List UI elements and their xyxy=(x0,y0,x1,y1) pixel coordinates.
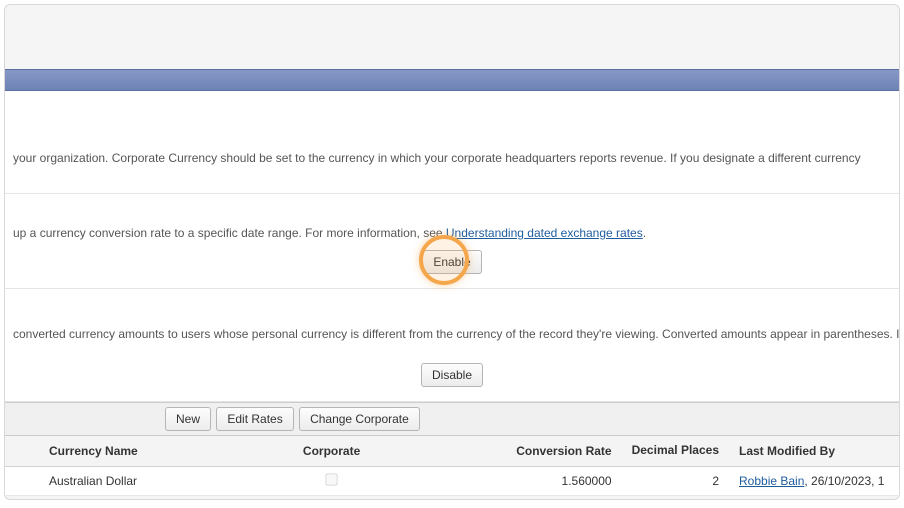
currencies-table: Currency Name Corporate Conversion Rate … xyxy=(5,436,899,496)
col-conversion-rate-header[interactable]: Conversion Rate xyxy=(422,436,622,467)
conversion-rate-cell: 1.560000 xyxy=(422,467,622,496)
header-grey-area xyxy=(5,5,899,69)
last-modified-date: , 26/10/2023, 1 xyxy=(804,474,884,488)
intro-text: your organization. Corporate Currency sh… xyxy=(5,151,899,165)
col-currency-name-header[interactable]: Currency Name xyxy=(39,436,242,467)
dated-rates-text: up a currency conversion rate to a speci… xyxy=(5,226,899,240)
content-area: your organization. Corporate Currency sh… xyxy=(5,91,899,496)
edit-rates-button[interactable]: Edit Rates xyxy=(216,407,293,431)
dated-text-prefix: up a currency conversion rate to a speci… xyxy=(13,226,446,240)
decimal-places-label: Decimal Places xyxy=(632,444,719,457)
col-decimal-places-header[interactable]: Decimal Places xyxy=(622,436,729,467)
change-corporate-button[interactable]: Change Corporate xyxy=(299,407,420,431)
disable-button-row: Disable xyxy=(5,341,899,401)
enable-button-row: Enable xyxy=(5,240,899,288)
understanding-dated-rates-link[interactable]: Understanding dated exchange rates xyxy=(446,226,643,240)
decimal-places-cell: 2 xyxy=(622,467,729,496)
table-header-row: Currency Name Corporate Conversion Rate … xyxy=(5,436,899,467)
corporate-cell xyxy=(242,467,422,496)
new-button[interactable]: New xyxy=(165,407,211,431)
table-row: Australian Dollar1.5600002Robbie Bain, 2… xyxy=(5,467,899,496)
disable-button[interactable]: Disable xyxy=(421,363,483,387)
page-card: your organization. Corporate Currency sh… xyxy=(4,4,900,500)
parenthetical-conversion-text: converted currency amounts to users whos… xyxy=(5,327,899,341)
dated-text-suffix: . xyxy=(643,226,646,240)
currency-toolbar: New Edit Rates Change Corporate xyxy=(5,402,899,436)
col-last-modified-header[interactable]: Last Modified By xyxy=(729,436,899,467)
enable-button[interactable]: Enable xyxy=(422,250,481,274)
col-corporate-header[interactable]: Corporate xyxy=(242,436,422,467)
corporate-checkbox xyxy=(325,473,337,485)
last-modified-cell: Robbie Bain, 26/10/2023, 1 xyxy=(729,467,899,496)
last-modified-user-link[interactable]: Robbie Bain xyxy=(739,474,804,488)
banner-stripe xyxy=(5,69,899,91)
row-action-cell xyxy=(5,467,39,496)
currency-name-cell: Australian Dollar xyxy=(39,467,242,496)
col-action-header xyxy=(5,436,39,467)
